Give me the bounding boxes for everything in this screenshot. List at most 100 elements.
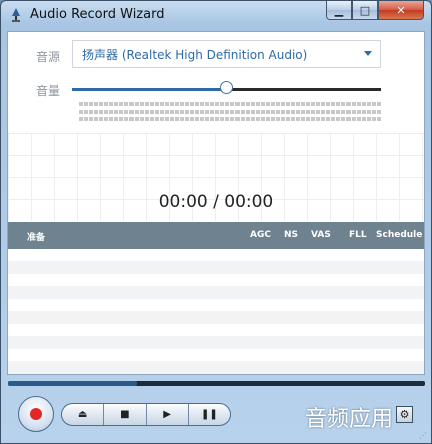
volume-slider-thumb[interactable] [219, 81, 233, 94]
main-panel: 音源 扬声器 (Realtek High Definition Audio) 音… [7, 31, 425, 375]
level-meter-segment [129, 109, 134, 114]
close-button[interactable]: ✕ [378, 1, 424, 20]
level-meter-segment [84, 109, 89, 114]
level-meter-segment [205, 102, 210, 106]
level-meter-segment [114, 117, 119, 121]
level-meter-segment [210, 109, 215, 114]
level-meter-segment [321, 109, 326, 114]
level-meter-segment [84, 102, 89, 106]
level-meter-segment [124, 109, 129, 114]
record-button[interactable] [18, 396, 54, 432]
level-meter-segment [311, 109, 316, 114]
level-meter-segment [351, 109, 356, 114]
level-meter-segment [184, 109, 190, 114]
level-meter-segment [104, 109, 109, 114]
level-meter-segment [240, 109, 245, 114]
level-meter-segment [134, 102, 139, 106]
recording-list[interactable] [8, 249, 424, 374]
source-select-value: 扬声器 (Realtek High Definition Audio) [82, 47, 308, 62]
level-meter-segment [84, 117, 89, 121]
level-meter-segment [149, 109, 154, 114]
playback-progress-fill [8, 381, 138, 386]
column-header-fll[interactable]: FLL [349, 230, 367, 240]
level-meter-segment [376, 102, 381, 106]
level-meter-segment [250, 117, 255, 121]
level-meter-segment [265, 117, 270, 121]
level-meter-segment [94, 117, 99, 121]
column-header-agc[interactable]: AGC [250, 230, 271, 240]
level-meter-segment [144, 109, 149, 114]
level-meter-segment [331, 102, 336, 106]
level-meter-segment [164, 102, 169, 106]
eject-button[interactable]: ⏏ [62, 404, 105, 425]
level-meter-segment [235, 102, 240, 106]
level-meter-segment [154, 117, 159, 121]
playback-progress-bar[interactable] [8, 381, 425, 386]
level-meter-segment [321, 102, 326, 106]
level-meter-row [79, 102, 381, 106]
volume-slider[interactable] [72, 81, 381, 94]
column-header-vas[interactable]: VAS [311, 230, 331, 240]
level-meter-segment [306, 102, 311, 106]
level-meter-segment [376, 117, 381, 121]
maximize-button[interactable]: □ [352, 1, 378, 20]
level-meter-segment [346, 117, 351, 121]
level-meter-segment [94, 102, 99, 106]
level-meter-segment [79, 109, 84, 114]
minimize-button[interactable]: ▁ [326, 1, 352, 20]
source-select[interactable]: 扬声器 (Realtek High Definition Audio) [72, 40, 381, 68]
level-meter-segment [230, 109, 235, 114]
level-meter-segment [144, 102, 149, 106]
level-meter-segment [89, 117, 94, 121]
level-meter-segment [215, 109, 220, 114]
app-window: Audio Record Wizard ▁ □ ✕ 音源 扬声器 (Realte… [0, 0, 432, 444]
level-meter-segment [326, 109, 331, 114]
resize-grip-icon[interactable]: ⋰ [419, 431, 428, 440]
level-meter-segment [114, 102, 119, 106]
level-meter-segment [184, 102, 190, 106]
level-meter-segment [260, 109, 265, 114]
pause-button[interactable]: ❚❚ [189, 404, 230, 425]
level-meter-segment [346, 109, 351, 114]
level-meter-segment [169, 102, 174, 106]
level-meter-segment [270, 102, 275, 106]
play-button[interactable]: ▶ [147, 404, 189, 425]
level-meter-segment [296, 102, 301, 106]
level-meter-segment [245, 109, 250, 114]
level-meter-segment [316, 102, 321, 106]
stop-button[interactable]: ■ [104, 404, 147, 425]
level-meter-segment [366, 109, 371, 114]
level-meter-segment [361, 109, 366, 114]
title-bar[interactable]: Audio Record Wizard ▁ □ ✕ [1, 1, 431, 31]
level-meter-segment [99, 109, 104, 114]
level-meter-segment [200, 117, 205, 121]
play-icon: ▶ [163, 409, 171, 420]
level-meter-segment [255, 102, 260, 106]
level-meter-segment [245, 102, 250, 106]
level-meter-segment [104, 117, 109, 121]
level-meter-segment [109, 102, 114, 106]
level-meter-segment [220, 117, 225, 121]
level-meter-segment [104, 102, 109, 106]
level-meter-segment [99, 102, 104, 106]
level-meter-segment [240, 102, 245, 106]
level-meter-segment [124, 102, 129, 106]
microphone-app-icon [12, 8, 20, 22]
level-meter-segment [79, 102, 84, 106]
level-meter-segment [200, 102, 205, 106]
level-meter-segment [159, 117, 164, 121]
level-meter-segment [139, 102, 144, 106]
settings-button[interactable]: ⚙ [396, 406, 413, 423]
column-header-schedule[interactable]: Schedule [376, 230, 422, 240]
level-meter-segment [139, 109, 144, 114]
level-meter-segment [215, 102, 220, 106]
column-header-ns[interactable]: NS [284, 230, 298, 240]
level-meter-segment [260, 102, 265, 106]
level-meter-segment [129, 102, 134, 106]
level-meter-segment [119, 102, 124, 106]
level-meter-segment [255, 109, 260, 114]
column-header-status[interactable]: 准备 [27, 230, 45, 243]
level-meter-segment [225, 117, 230, 121]
window-title: Audio Record Wizard [30, 7, 165, 22]
level-meter-segment [285, 102, 290, 106]
